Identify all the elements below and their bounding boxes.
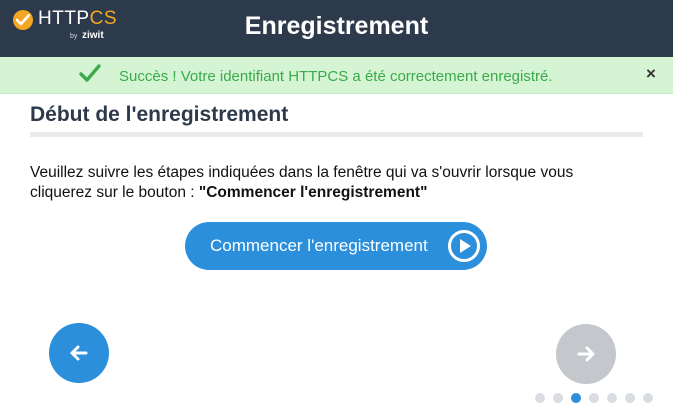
step-dot[interactable] — [535, 393, 545, 403]
alert-message: Succès ! Votre identifiant HTTPCS a été … — [119, 68, 553, 85]
step-dot[interactable] — [625, 393, 635, 403]
section-divider — [30, 132, 643, 137]
step-dot[interactable] — [607, 393, 617, 403]
step-dot[interactable] — [571, 393, 581, 403]
page-title-text: Enregistrement — [244, 12, 429, 40]
step-dot[interactable] — [643, 393, 653, 403]
previous-step-button[interactable] — [49, 323, 109, 383]
arrow-left-icon — [70, 345, 88, 361]
page-title: Enregistrement — [0, 12, 673, 41]
instructions-text: Veuillez suivre les étapes indiquées dan… — [30, 163, 630, 203]
start-recording-button[interactable]: Commencer l'enregistrement — [185, 222, 487, 270]
play-circle-icon — [447, 229, 481, 268]
step-dot[interactable] — [553, 393, 563, 403]
app-header: HTTPCS by ziwit Enregistrement — [0, 0, 673, 57]
section-title: Début de l'enregistrement — [30, 103, 289, 126]
success-alert: Succès ! Votre identifiant HTTPCS a été … — [0, 57, 673, 94]
start-recording-label: Commencer l'enregistrement — [210, 236, 428, 255]
step-dot[interactable] — [589, 393, 599, 403]
check-icon — [79, 64, 101, 89]
arrow-right-icon — [577, 346, 595, 362]
next-step-button[interactable] — [556, 324, 616, 384]
instructions-button-ref: "Commencer l'enregistrement" — [198, 184, 428, 201]
alert-close-button[interactable]: × — [643, 65, 659, 82]
